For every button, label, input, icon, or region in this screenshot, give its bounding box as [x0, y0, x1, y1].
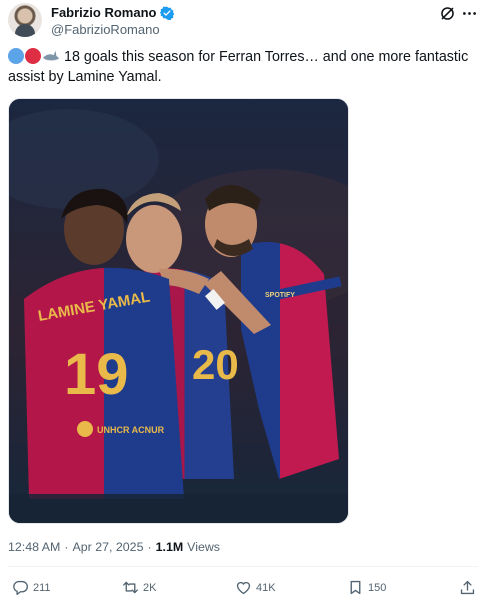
- meta-separator-2: ·: [147, 540, 152, 554]
- tweet-body-text: 18 goals this season for Ferran Torres… …: [8, 49, 469, 85]
- more-options-icon[interactable]: [461, 5, 478, 22]
- shark-emoji-icon: [42, 50, 60, 62]
- grok-icon[interactable]: [439, 5, 456, 22]
- sponsor-text: UNHCR ACNUR: [97, 425, 165, 435]
- repost-count: 2K: [143, 581, 157, 594]
- sleeve-text: SPOTIFY: [265, 292, 295, 299]
- views-label: Views: [187, 540, 220, 554]
- share-icon: [460, 580, 475, 595]
- like-count: 41K: [256, 581, 276, 594]
- verified-badge-icon: [160, 6, 175, 20]
- like-button[interactable]: 41K: [235, 579, 276, 596]
- bookmark-button[interactable]: 150: [347, 579, 386, 596]
- actions-divider: [8, 566, 478, 567]
- reply-icon: [13, 580, 28, 595]
- post-time[interactable]: 12:48 AM: [8, 540, 60, 554]
- post-date[interactable]: Apr 27, 2025: [73, 540, 144, 554]
- author-display-name[interactable]: Fabrizio Romano: [51, 5, 156, 20]
- repost-icon: [123, 581, 138, 594]
- jersey-number-left: 19: [64, 342, 129, 407]
- share-button[interactable]: [459, 579, 476, 596]
- tweet: Fabrizio Romano @FabrizioRomano 18 goals…: [0, 0, 485, 604]
- tweet-text: 18 goals this season for Ferran Torres… …: [8, 47, 476, 87]
- meta-separator: ·: [64, 540, 69, 554]
- bookmark-count: 150: [368, 581, 387, 594]
- red-circle-emoji-icon: [25, 48, 41, 64]
- avatar[interactable]: [8, 3, 42, 37]
- author-name-line: Fabrizio Romano: [51, 5, 175, 20]
- bookmark-icon: [350, 580, 361, 595]
- tweet-header: Fabrizio Romano @FabrizioRomano: [8, 3, 478, 39]
- views-count: 1.1M: [155, 540, 184, 554]
- repost-button[interactable]: 2K: [122, 579, 156, 596]
- reply-count: 211: [33, 581, 51, 594]
- photo-players: 20 SPOTIFY LAMINE YAMAL 19 UNHCR ACNUR: [9, 99, 348, 523]
- heart-icon: [236, 581, 251, 595]
- jersey-number-middle: 20: [192, 341, 239, 388]
- reply-button[interactable]: 211: [12, 579, 51, 596]
- tweet-meta: 12:48 AM · Apr 27, 2025 · 1.1M Views: [8, 540, 220, 554]
- tweet-image[interactable]: 20 SPOTIFY LAMINE YAMAL 19 UNHCR ACNUR: [8, 98, 349, 524]
- blue-circle-emoji-icon: [8, 48, 24, 64]
- author-handle[interactable]: @FabrizioRomano: [51, 22, 160, 37]
- action-bar: 211 2K 41K 150: [8, 579, 478, 599]
